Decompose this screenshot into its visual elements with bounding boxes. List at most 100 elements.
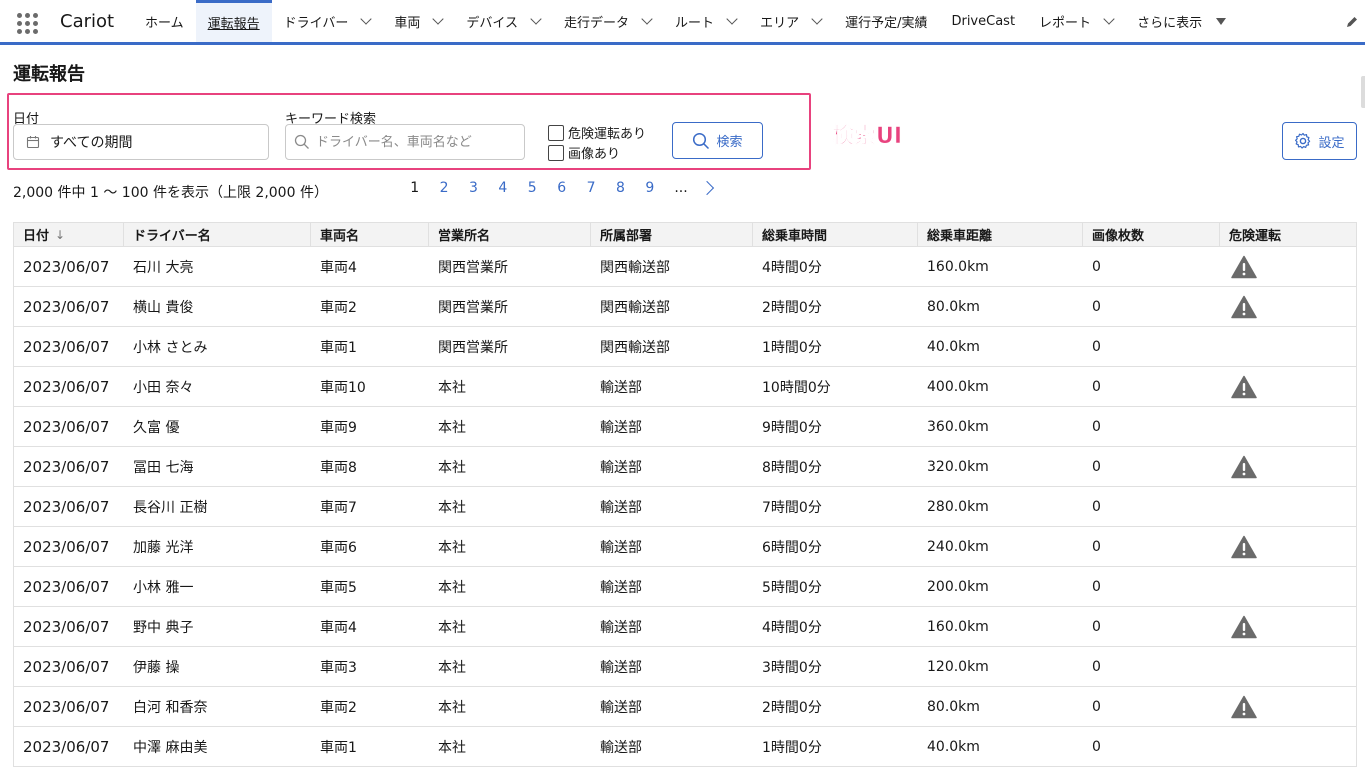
danger-driving-checkbox-label: 危険運転あり (568, 127, 647, 142)
table-row[interactable]: 2023/06/07 石川 大亮 車両4 関西営業所 関西輸送部 4時間0分 160.0km… (13, 247, 1357, 287)
cell-dangerous-driving (1220, 527, 1356, 566)
column-header[interactable]: 営業所名 (429, 223, 591, 246)
table-row[interactable]: 2023/06/07 野中 典子 車両4 本社 輸送部 4時間0分 160.0km 0 (13, 607, 1357, 647)
nav-tab-8[interactable]: 運行予定/実績 (833, 0, 939, 42)
danger-driving-filter[interactable]: 危険運転あり (548, 123, 646, 142)
column-header[interactable]: ドライバー名 (124, 223, 311, 246)
table-row[interactable]: 2023/06/07 小林 雅一 車両5 本社 輸送部 5時間0分 200.0km 0 (13, 567, 1357, 607)
table-row[interactable]: 2023/06/07 長谷川 正樹 車両7 本社 輸送部 7時間0分 280.0km 0 (13, 487, 1357, 527)
cell-total-distance: 120.0km (927, 658, 989, 675)
nav-tab-3[interactable]: 車両 (382, 0, 454, 42)
search-button[interactable]: 検索 (672, 122, 763, 159)
chevron-down-icon[interactable] (811, 12, 823, 25)
column-header[interactable]: 危険運転 (1220, 223, 1356, 246)
chevron-down-icon[interactable] (1103, 12, 1115, 25)
table-row[interactable]: 2023/06/07 白河 和香奈 車両2 本社 輸送部 2時間0分 80.0km 0 (13, 687, 1357, 727)
table-row[interactable]: 2023/06/07 久富 優 車両9 本社 輸送部 9時間0分 360.0km 0 (13, 407, 1357, 447)
warning-triangle-icon (1231, 255, 1257, 278)
settings-button[interactable]: 設定 (1282, 122, 1357, 160)
scrollbar-handle[interactable] (1361, 76, 1365, 108)
cell-dangerous-driving (1220, 687, 1356, 726)
cell-department: 輸送部 (600, 459, 642, 476)
cell-date: 2023/06/07 (23, 457, 110, 476)
cell-total-ride-time: 3時間0分 (762, 659, 822, 676)
cell-date: 2023/06/07 (23, 537, 110, 556)
cell-vehicle-name: 車両1 (320, 739, 357, 756)
column-header[interactable]: 所属部署 (591, 223, 753, 246)
cell-dangerous-driving (1220, 367, 1356, 406)
cell-department: 輸送部 (600, 619, 642, 636)
column-header[interactable]: 日付 ↓ (14, 223, 124, 246)
sort-descending-icon[interactable]: ↓ (55, 228, 65, 242)
chevron-down-icon[interactable] (726, 12, 738, 25)
chevron-down-icon[interactable] (432, 12, 445, 25)
column-header[interactable]: 車両名 (311, 223, 429, 246)
app-launcher-icon[interactable] (17, 13, 38, 34)
has-image-checkbox[interactable] (548, 144, 564, 161)
nav-tab-label: 運転報告 (207, 17, 260, 32)
table-row[interactable]: 2023/06/07 加藤 光洋 車両6 本社 輸送部 6時間0分 240.0km 0 (13, 527, 1357, 567)
page-link-4[interactable]: 4 (488, 180, 517, 196)
page-link-5[interactable]: 5 (518, 180, 547, 196)
page-link-6[interactable]: 6 (547, 180, 576, 196)
cell-vehicle-name: 車両4 (320, 619, 357, 636)
page-link-3[interactable]: 3 (459, 180, 488, 196)
table-row[interactable]: 2023/06/07 小林 さとみ 車両1 関西営業所 関西輸送部 1時間0分 40.0km… (13, 327, 1357, 367)
nav-tab-7[interactable]: エリア (748, 0, 833, 42)
keyword-search-input[interactable] (316, 134, 516, 150)
cell-vehicle-name: 車両6 (320, 539, 357, 556)
chevron-down-icon[interactable] (530, 12, 542, 25)
cell-image-count: 0 (1092, 458, 1101, 475)
page-link-8[interactable]: 8 (606, 180, 635, 196)
chevron-down-icon[interactable] (641, 12, 653, 25)
table-row[interactable]: 2023/06/07 小田 奈々 車両10 本社 輸送部 10時間0分 400.0km 0 (13, 367, 1357, 407)
chevron-right-icon[interactable] (699, 180, 714, 196)
nav-tab-11[interactable]: さらに表示 (1125, 0, 1238, 42)
chevron-down-icon[interactable] (360, 12, 373, 25)
page-link-7[interactable]: 7 (576, 180, 605, 196)
nav-tab-1[interactable]: 運転報告 (195, 0, 272, 42)
search-ui-annotation: 検索UI (832, 124, 903, 150)
date-range-picker[interactable]: すべての期間 (13, 124, 269, 160)
column-header-label: 危険運転 (1229, 229, 1282, 244)
pencil-icon[interactable] (1345, 15, 1359, 29)
cell-total-ride-time: 1時間0分 (762, 739, 822, 756)
cell-driver-name: 白河 和香奈 (133, 699, 208, 716)
nav-tab-9[interactable]: DriveCast (939, 0, 1027, 42)
column-header-label: 総乗車時間 (762, 229, 828, 244)
page-link-1[interactable]: 1 (400, 180, 429, 196)
cell-dangerous-driving (1220, 567, 1356, 606)
table-row[interactable]: 2023/06/07 横山 貴俊 車両2 関西営業所 関西輸送部 2時間0分 80.0km 0 (13, 287, 1357, 327)
warning-triangle-icon (1231, 375, 1257, 398)
column-header[interactable]: 画像枚数 (1083, 223, 1220, 246)
cell-total-ride-time: 5時間0分 (762, 579, 822, 596)
page-link-9[interactable]: 9 (635, 180, 664, 196)
column-header-label: 日付 (23, 229, 50, 244)
danger-driving-checkbox[interactable] (548, 124, 564, 141)
column-header[interactable]: 総乗車時間 (753, 223, 918, 246)
page-link-2[interactable]: 2 (429, 180, 458, 196)
nav-tab-10[interactable]: レポート (1027, 0, 1125, 42)
table-row[interactable]: 2023/06/07 伊藤 操 車両3 本社 輸送部 3時間0分 120.0km 0 (13, 647, 1357, 687)
caret-down-icon[interactable] (1216, 17, 1227, 25)
column-header-label: 所属部署 (600, 229, 653, 244)
column-header[interactable]: 総乗車距離 (918, 223, 1083, 246)
nav-tab-4[interactable]: デバイス (454, 0, 552, 42)
column-header-label: 総乗車距離 (927, 229, 993, 244)
cell-total-distance: 80.0km (927, 298, 980, 315)
table-row[interactable]: 2023/06/07 冨田 七海 車両8 本社 輸送部 8時間0分 320.0km 0 (13, 447, 1357, 487)
table-row[interactable]: 2023/06/07 中澤 麻由美 車両1 本社 輸送部 1時間0分 40.0km 0 (13, 727, 1357, 767)
warning-triangle-icon (1231, 695, 1257, 718)
nav-tab-2[interactable]: ドライバー (272, 0, 383, 42)
cell-date: 2023/06/07 (23, 577, 110, 596)
has-image-filter[interactable]: 画像あり (548, 143, 620, 162)
cell-image-count: 0 (1092, 418, 1101, 435)
cell-vehicle-name: 車両2 (320, 699, 357, 716)
nav-tab-0[interactable]: ホーム (133, 0, 196, 42)
nav-tab-5[interactable]: 走行データ (552, 0, 663, 42)
keyword-search-field[interactable] (285, 124, 525, 160)
cell-total-ride-time: 4時間0分 (762, 259, 822, 276)
cell-driver-name: 石川 大亮 (133, 259, 194, 276)
nav-tab-6[interactable]: ルート (663, 0, 748, 42)
warning-triangle-icon (1231, 535, 1257, 558)
